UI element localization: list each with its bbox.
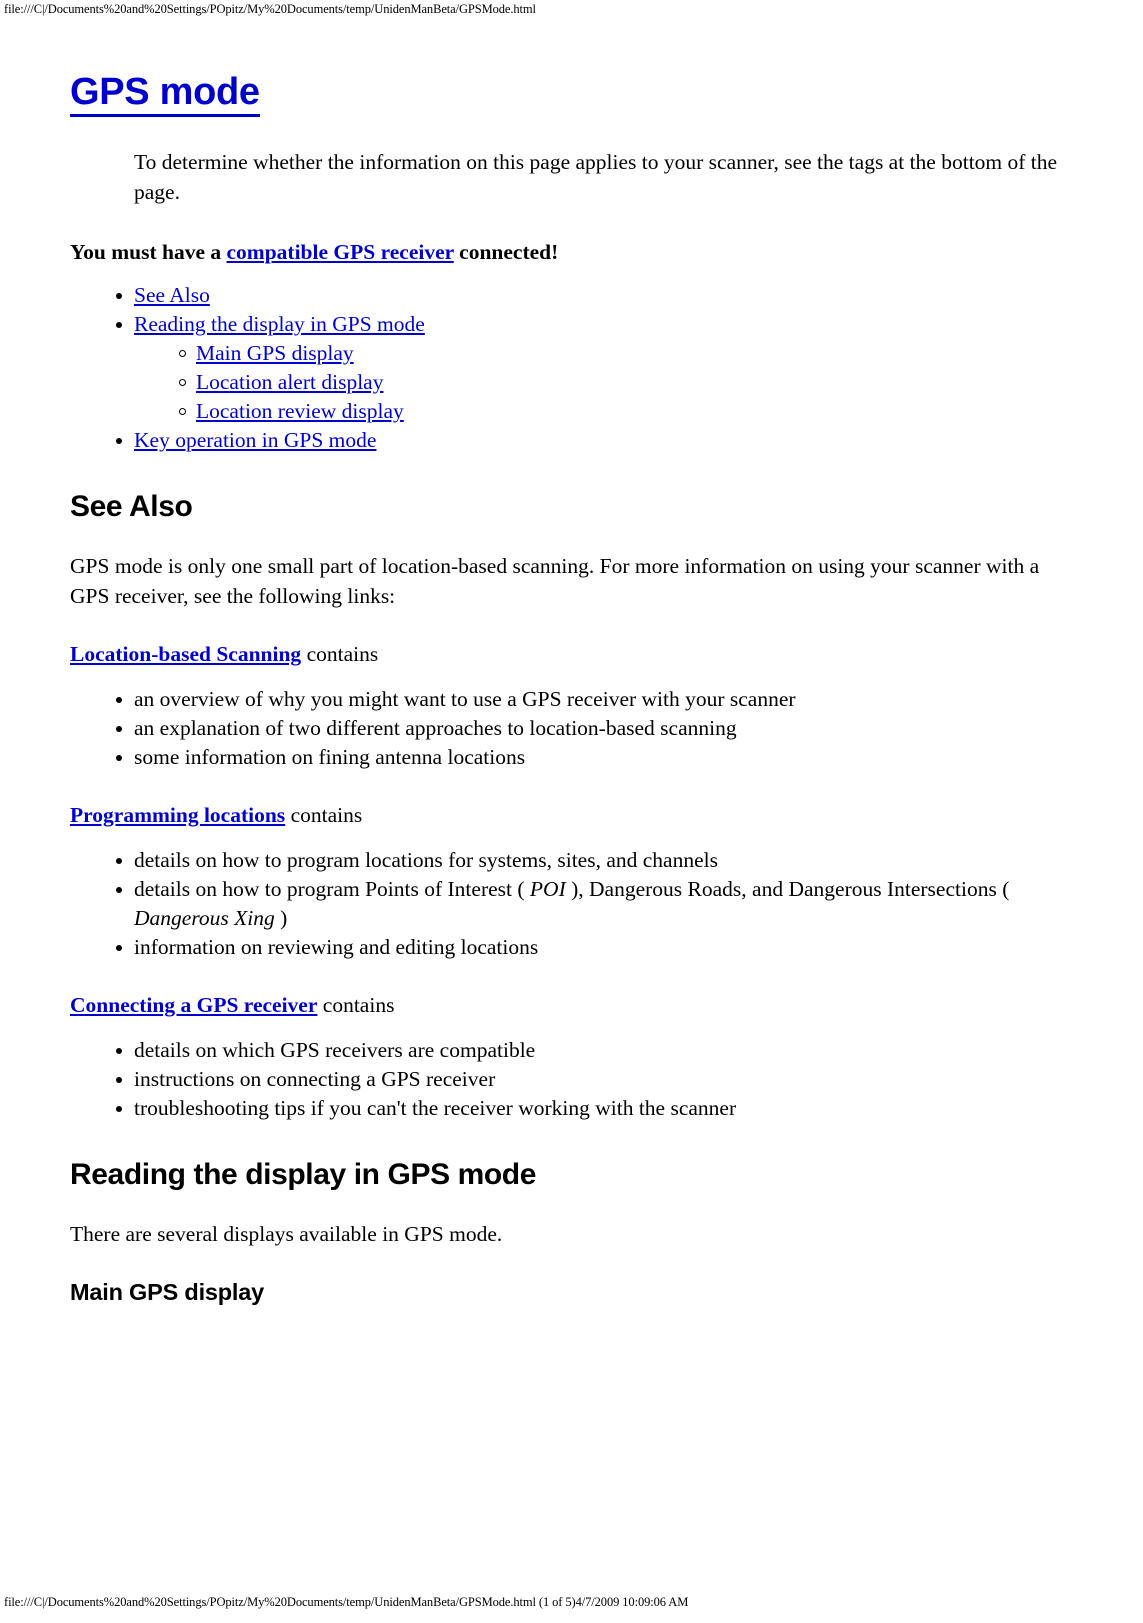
subheading-main-gps-display: Main GPS display	[70, 1279, 264, 1305]
intro-paragraph: To determine whether the information on …	[134, 150, 1058, 204]
group-suffix-2: contains	[317, 993, 395, 1017]
link-compatible-gps-receiver[interactable]: compatible GPS receiver	[227, 240, 454, 264]
toc-link-reading-display[interactable]: Reading the display in GPS mode	[134, 312, 425, 336]
poi-text-part-2: ), Dangerous Roads, and Dangerous Inters…	[565, 877, 1010, 901]
list-item-text: an explanation of two different approach…	[134, 716, 737, 740]
poi-italic-dangerous-xing: Dangerous Xing	[134, 906, 275, 930]
section-heading-see-also: See Also	[70, 490, 193, 523]
toc-link-location-alert-display[interactable]: Location alert display	[196, 370, 383, 394]
page-title: GPS mode	[70, 70, 260, 117]
list-item: details on which GPS receivers are compa…	[70, 1036, 1080, 1065]
toc-item-main-gps-display[interactable]: Main GPS display	[134, 339, 1080, 368]
list-item: details on how to program locations for …	[70, 846, 1080, 875]
list-item-text: instructions on connecting a GPS receive…	[134, 1067, 496, 1091]
poi-text-part-1: details on how to program Points of Inte…	[134, 877, 530, 901]
toc-link-location-review-display[interactable]: Location review display	[196, 399, 404, 423]
toc-link-key-operation[interactable]: Key operation in GPS mode	[134, 428, 376, 452]
poi-italic-abbrev: POI	[529, 877, 566, 901]
poi-text-part-3: )	[274, 906, 288, 930]
group-suffix-0: contains	[301, 642, 379, 666]
list-item-text: troubleshooting tips if you can't the re…	[134, 1096, 737, 1120]
bullet-list-programming-locations: details on how to program locations for …	[70, 846, 1080, 962]
list-item-text: some information on fining antenna locat…	[134, 745, 526, 769]
requirement-suffix: connected!	[453, 240, 559, 264]
list-item-text: details on which GPS receivers are compa…	[134, 1038, 536, 1062]
list-item: troubleshooting tips if you can't the re…	[70, 1094, 1080, 1123]
table-of-contents: See Also Reading the display in GPS mode…	[70, 281, 1080, 455]
toc-item-see-also[interactable]: See Also	[70, 281, 1080, 310]
group-suffix-1: contains	[285, 803, 363, 827]
list-item: some information on fining antenna locat…	[70, 743, 1080, 772]
link-programming-locations[interactable]: Programming locations	[70, 803, 285, 827]
group-heading-location-based-scanning: Location-based Scanning contains	[70, 639, 1080, 669]
toc-link-main-gps-display[interactable]: Main GPS display	[196, 341, 354, 365]
list-item: an overview of why you might want to use…	[70, 685, 1080, 714]
list-item: an explanation of two different approach…	[70, 714, 1080, 743]
toc-item-location-review-display[interactable]: Location review display	[134, 397, 1080, 426]
group-heading-programming-locations: Programming locations contains	[70, 800, 1080, 830]
section-heading-reading-display: Reading the display in GPS mode	[70, 1158, 537, 1191]
toc-link-see-also[interactable]: See Also	[134, 283, 210, 307]
list-item: instructions on connecting a GPS receive…	[70, 1065, 1080, 1094]
see-also-intro: GPS mode is only one small part of locat…	[70, 554, 1040, 608]
toc-item-location-alert-display[interactable]: Location alert display	[134, 368, 1080, 397]
toc-item-reading-display[interactable]: Reading the display in GPS mode Main GPS…	[70, 310, 1080, 426]
link-location-based-scanning[interactable]: Location-based Scanning	[70, 642, 301, 666]
browser-print-header-url: file:///C|/Documents%20and%20Settings/PO…	[4, 2, 536, 16]
list-item-text: an overview of why you might want to use…	[134, 687, 796, 711]
reading-display-intro: There are several displays available in …	[70, 1222, 503, 1246]
bullet-list-connecting-gps-receiver: details on which GPS receivers are compa…	[70, 1036, 1080, 1123]
group-heading-connecting-gps-receiver: Connecting a GPS receiver contains	[70, 990, 1080, 1020]
requirement-prefix: You must have a	[70, 240, 227, 264]
list-item: information on reviewing and editing loc…	[70, 933, 1080, 962]
toc-item-key-operation[interactable]: Key operation in GPS mode	[70, 426, 1080, 455]
bullet-list-location-based-scanning: an overview of why you might want to use…	[70, 685, 1080, 772]
list-item: details on how to program Points of Inte…	[70, 875, 1080, 933]
toc-sublist: Main GPS display Location alert display …	[134, 339, 1080, 426]
browser-print-footer-url: file:///C|/Documents%20and%20Settings/PO…	[4, 1595, 689, 1609]
requirement-statement: You must have a compatible GPS receiver …	[70, 237, 1080, 267]
link-connecting-a-gps-receiver[interactable]: Connecting a GPS receiver	[70, 993, 317, 1017]
list-item-text: information on reviewing and editing loc…	[134, 935, 539, 959]
document-body: GPS mode To determine whether the inform…	[70, 70, 1080, 1307]
list-item-text: details on how to program locations for …	[134, 848, 718, 872]
